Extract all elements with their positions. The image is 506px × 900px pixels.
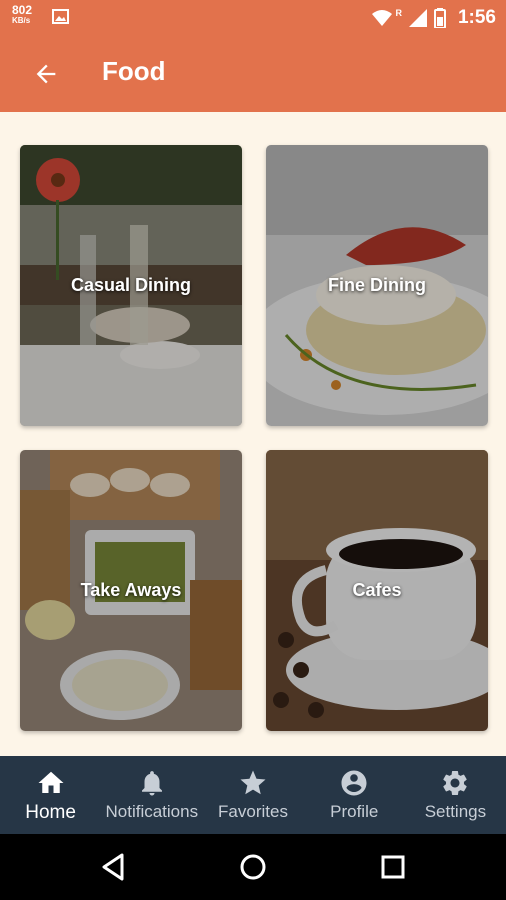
nav-item-profile[interactable]: Profile [304,756,405,834]
category-label: Take Aways [80,580,182,600]
category-label: Casual Dining [70,275,191,295]
network-speed-unit: KB/s [12,16,31,25]
app-bar: Food [0,36,506,112]
page-title: Food [102,56,166,86]
nav-item-notifications[interactable]: Notifications [101,756,202,834]
bell-icon [141,771,162,796]
nav-item-label: Profile [330,802,379,821]
nav-item-label: Home [25,802,76,823]
category-label: Fine Dining [328,275,426,295]
nav-item-label: Favorites [218,802,288,821]
star-icon [240,770,266,795]
gear-icon [443,771,468,795]
status-time: 1:56 [457,7,496,28]
home-circle-icon[interactable] [237,851,269,883]
category-card-cafes[interactable]: Cafes [266,450,488,731]
category-card-take-aways[interactable]: Take Aways [20,450,242,731]
back-triangle-icon[interactable] [98,851,130,883]
battery-icon [433,8,446,28]
profile-icon [341,770,367,796]
category-card-casual-dining[interactable]: Casual Dining [20,145,242,426]
image-notification-icon [52,9,69,24]
network-speed-value: 802 [12,3,33,17]
nav-item-home[interactable]: Home [0,756,101,834]
system-navigation-bar [0,834,506,900]
nav-item-settings[interactable]: Settings [405,756,506,834]
signal-icon [408,9,427,27]
nav-item-favorites[interactable]: Favorites [202,756,303,834]
nav-item-label: Notifications [105,802,199,821]
status-bar: 802 KB/s R 1:56 [0,0,506,36]
arrow-back-icon[interactable] [32,60,60,88]
category-grid: Casual Dining Fine Dining Take Aways Caf… [0,112,506,756]
category-card-fine-dining[interactable]: Fine Dining [266,145,488,426]
bottom-navigation: Home Notifications Favorites Profile Set… [0,756,506,834]
recents-square-icon[interactable] [377,851,409,883]
wifi-icon [372,10,393,26]
network-type-badge: R [395,8,402,18]
network-speed: 802 KB/s [12,4,32,25]
home-icon [38,771,64,793]
category-label: Cafes [352,580,402,600]
nav-item-label: Settings [424,802,487,821]
